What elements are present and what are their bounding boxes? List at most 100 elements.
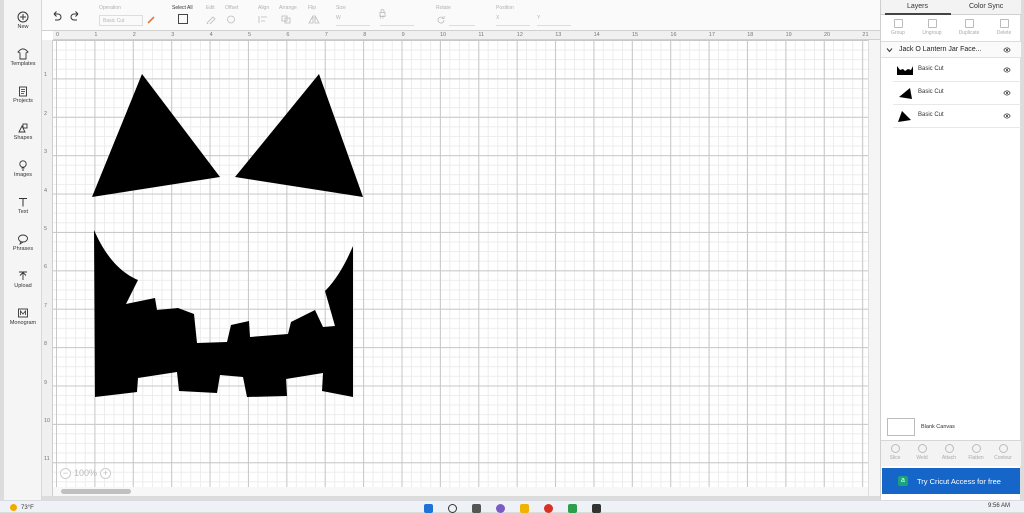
blank-canvas-swatch[interactable] <box>887 418 915 436</box>
layer-row[interactable]: Basic Cut <box>893 82 1021 105</box>
weather-widget[interactable]: 73°F <box>10 504 34 511</box>
edit-icon[interactable] <box>206 15 218 24</box>
zoom-in-button[interactable]: + <box>100 467 112 479</box>
contour-label: Contour <box>994 455 1012 461</box>
arrange-group[interactable]: Arrange <box>279 5 297 12</box>
ruler-top-number: 2 <box>132 32 136 38</box>
arrange-icon[interactable] <box>281 15 293 24</box>
ruler-top-number: 21 <box>862 32 869 38</box>
position-group: Position <box>496 5 514 12</box>
ruler-top-number: 0 <box>56 32 60 38</box>
ruler-left-number: 11 <box>44 456 50 463</box>
nav-monogram-label: Monogram <box>9 320 37 326</box>
rotate-input[interactable] <box>449 15 475 26</box>
slice-button[interactable]: Slice <box>881 444 909 461</box>
nav-projects-label: Projects <box>13 98 33 104</box>
nav-upload[interactable]: Upload <box>4 267 42 301</box>
horizontal-scroll-thumb[interactable] <box>61 489 131 494</box>
select-all-group[interactable]: Select All <box>172 5 193 12</box>
flip-icon[interactable] <box>308 15 320 24</box>
attach-button[interactable]: Attach <box>935 444 963 461</box>
horizontal-scrollbar[interactable] <box>53 487 868 496</box>
ruler-top-number: 4 <box>209 32 213 38</box>
pen-color-icon[interactable] <box>147 15 156 24</box>
eye-icon[interactable] <box>1003 89 1011 97</box>
offset-icon[interactable] <box>226 15 238 24</box>
nav-images[interactable]: Images <box>4 156 42 190</box>
design-space-app: New Templates Projects Shapes Images Tex… <box>0 0 1024 513</box>
ungroup-button[interactable]: Ungroup <box>917 19 947 36</box>
chevron-down-icon[interactable] <box>886 47 893 53</box>
nav-phrases[interactable]: Phrases <box>4 230 42 264</box>
edit-group[interactable]: Edit <box>206 5 215 12</box>
delete-label: Delete <box>996 30 1012 36</box>
vertical-scrollbar[interactable] <box>868 40 880 496</box>
height-input[interactable]: H <box>380 15 414 26</box>
flatten-button[interactable]: Flatten <box>962 444 990 461</box>
zoom-value: 100% <box>74 468 98 478</box>
operation-select[interactable]: Basic Cut <box>99 15 143 26</box>
trash-icon <box>999 19 1009 28</box>
undo-icon[interactable] <box>51 11 62 21</box>
arrange-label: Arrange <box>279 5 297 11</box>
mouth-thumbnail <box>897 66 913 75</box>
ruler-left-number: 8 <box>44 341 48 348</box>
mouth-shape[interactable] <box>94 230 353 397</box>
tab-layers[interactable]: Layers <box>907 3 928 10</box>
offset-group[interactable]: Offset <box>225 5 238 12</box>
eye-icon[interactable] <box>1003 66 1011 74</box>
flip-group[interactable]: Flip <box>308 5 316 12</box>
operation-value: Basic Cut <box>103 18 125 24</box>
panel-bottom-actions: Slice Weld Attach Flatten Contour <box>881 440 1021 466</box>
duplicate-label: Duplicate <box>958 30 980 36</box>
y-input[interactable]: Y <box>537 15 571 26</box>
canvas-grid[interactable] <box>53 40 868 490</box>
group-button[interactable]: Group <box>883 19 913 36</box>
nav-new[interactable]: New <box>4 8 42 42</box>
nav-shapes[interactable]: Shapes <box>4 119 42 153</box>
delete-button[interactable]: Delete <box>989 19 1019 36</box>
eye-icon[interactable] <box>1003 112 1011 120</box>
tab-color-sync[interactable]: Color Sync <box>969 3 1003 10</box>
size-label: Size <box>336 5 346 11</box>
design-canvas[interactable]: 0 1 2 3 4 5 6 7 8 9 10 11 12 13 14 15 16 17 18 19 20 21 12345… <box>42 31 880 496</box>
triangle-thumbnail <box>898 111 911 122</box>
height-prefix: H <box>380 15 384 21</box>
zoom-out-button[interactable]: − <box>60 467 71 479</box>
width-input[interactable]: W <box>336 15 370 26</box>
blank-canvas-row[interactable]: Blank Canvas <box>887 418 1017 438</box>
layer-name: Basic Cut <box>918 112 944 118</box>
layer-row[interactable]: Basic Cut <box>893 59 1021 82</box>
layer-row[interactable]: Basic Cut <box>893 105 1021 128</box>
flatten-label: Flatten <box>968 455 984 461</box>
nav-templates[interactable]: Templates <box>4 45 42 79</box>
contour-icon <box>998 444 1008 453</box>
ruler-top-number: 3 <box>171 32 175 38</box>
redo-icon[interactable] <box>70 11 81 21</box>
layer-group-row[interactable]: Jack O Lantern Jar Face... <box>881 42 1021 58</box>
nav-text[interactable]: Text <box>4 193 42 227</box>
weld-button[interactable]: Weld <box>908 444 936 461</box>
clipboard-icon <box>19 86 27 97</box>
contour-button[interactable]: Contour <box>989 444 1017 461</box>
weld-label: Weld <box>916 455 928 461</box>
rotate-label: Rotate <box>436 5 451 11</box>
ruler-left-number: 4 <box>44 187 48 194</box>
align-icon[interactable] <box>258 15 270 24</box>
nav-monogram[interactable]: Monogram <box>4 304 42 338</box>
left-eye-triangle[interactable] <box>92 74 220 197</box>
try-cricut-access-button[interactable]: a Try Cricut Access for free <box>882 468 1020 494</box>
x-input[interactable]: X <box>496 15 530 26</box>
right-eye-triangle[interactable] <box>235 74 363 197</box>
nav-projects[interactable]: Projects <box>4 82 42 116</box>
text-icon <box>19 198 27 207</box>
ruler-top-number: 14 <box>593 32 600 38</box>
eye-icon[interactable] <box>1003 46 1011 54</box>
duplicate-button[interactable]: Duplicate <box>954 19 984 36</box>
align-group[interactable]: Align <box>258 5 269 12</box>
select-all-icon[interactable] <box>178 14 188 24</box>
ruler-top-number: 5 <box>248 32 252 38</box>
rotate-icon[interactable] <box>436 15 446 25</box>
group-name: Jack O Lantern Jar Face... <box>899 46 982 53</box>
offset-label: Offset <box>225 5 239 11</box>
